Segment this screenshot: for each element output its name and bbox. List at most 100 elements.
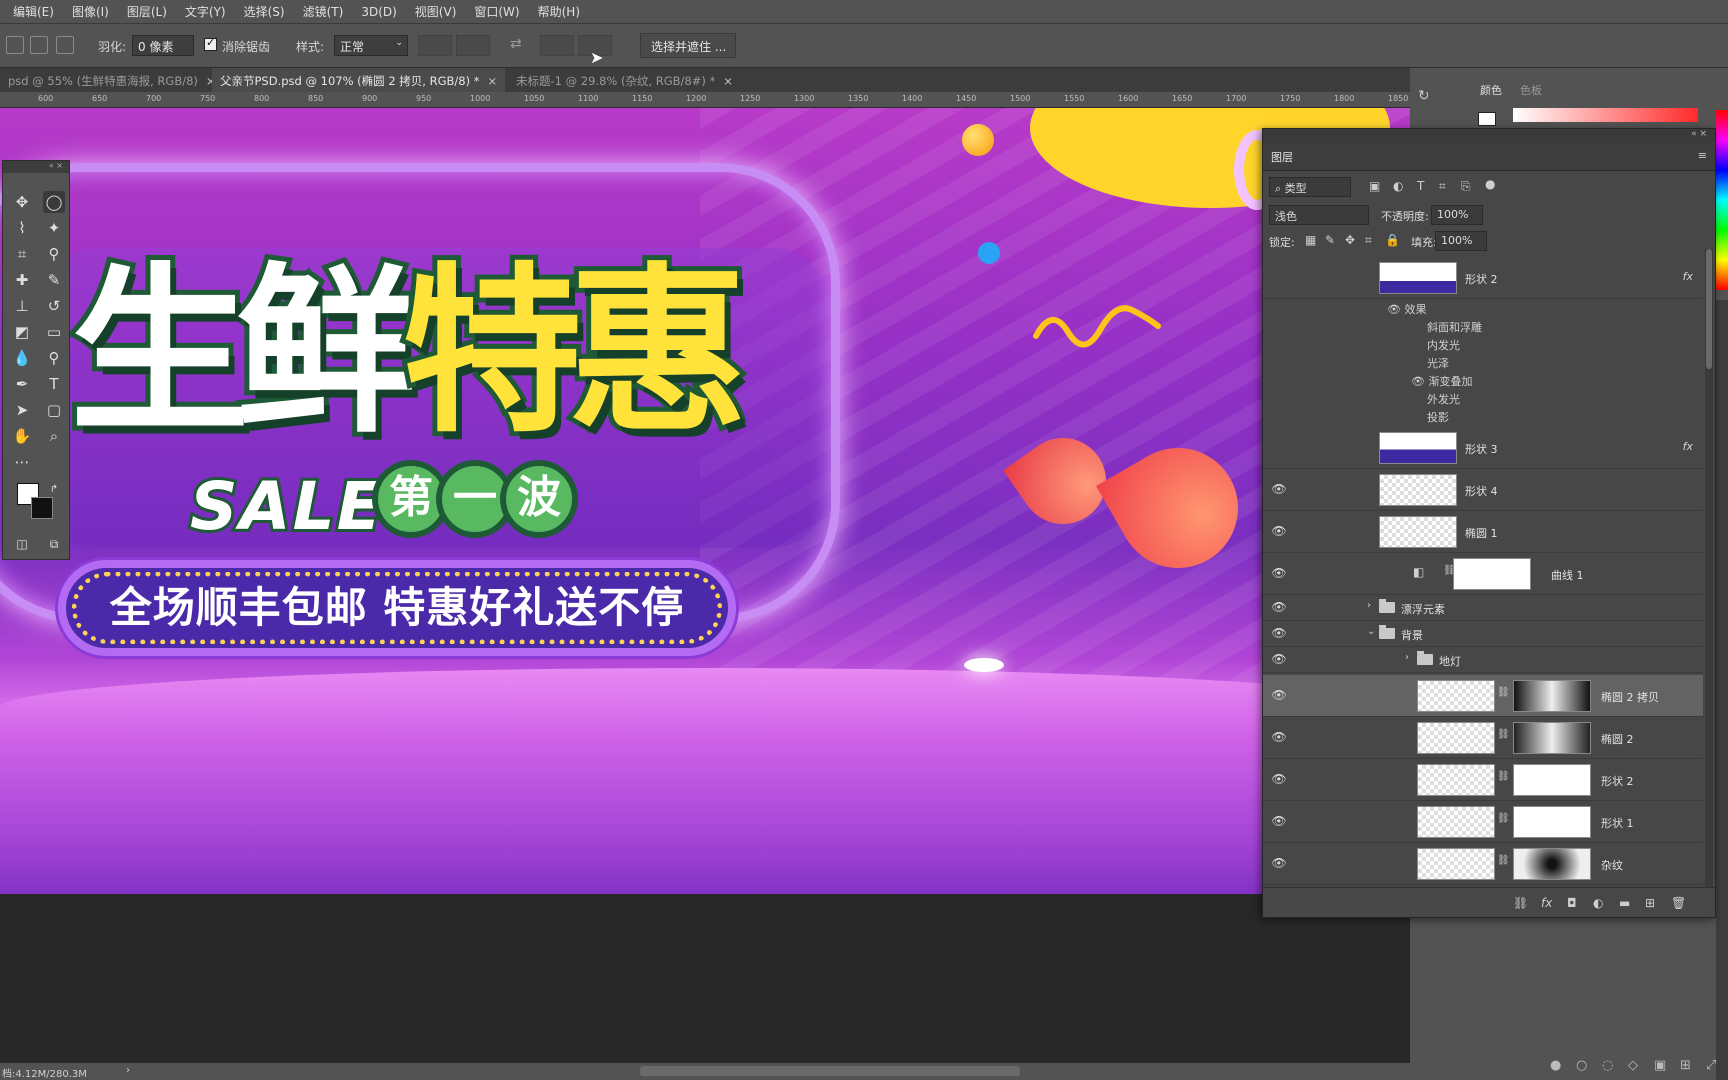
chevron-right-icon[interactable]: › — [1367, 600, 1371, 611]
layers-scrollbar[interactable] — [1705, 249, 1713, 889]
status-menu-icon[interactable]: › — [126, 1065, 130, 1076]
link-icon[interactable]: ⛓ — [1497, 813, 1510, 824]
effect-inner-glow[interactable]: 内发光 — [1427, 337, 1460, 353]
antialias-checkbox[interactable] — [204, 36, 217, 51]
new-icon[interactable]: ⊞ — [1680, 1058, 1691, 1073]
menu-filter[interactable]: 滤镜(T) — [294, 3, 353, 20]
smart-object-filter-icon[interactable]: ⎘ — [1461, 179, 1471, 194]
swap-icon[interactable]: ⇄ — [510, 36, 522, 52]
layer-mask-thumbnail[interactable] — [1513, 764, 1591, 796]
healing-brush-icon[interactable]: ✚ — [11, 269, 33, 291]
style-select[interactable]: 正常 ⌄ — [334, 35, 408, 56]
horizontal-ruler[interactable]: 600 650 700 750 800 850 900 950 1000 1050 1100 1150… — [0, 92, 1410, 108]
subtract-selection-icon[interactable] — [56, 36, 74, 54]
eye-icon[interactable]: 👁 — [1271, 814, 1287, 830]
group-row[interactable]: 👁 ⌄ 背景 — [1263, 621, 1703, 647]
tab-document-1[interactable]: psd @ 55% (生鲜特惠海报, RGB/8) × — [0, 68, 224, 92]
pen-tool-icon[interactable]: ✒ — [11, 373, 33, 395]
path-select-icon[interactable]: ➤ — [11, 399, 33, 421]
lock-transparent-icon[interactable]: ▦ — [1305, 233, 1316, 247]
more-tools-icon[interactable]: ⋯ — [11, 451, 33, 473]
link-icon[interactable]: ⛓ — [1497, 729, 1510, 740]
dodge-tool-icon[interactable]: ⚲ — [43, 347, 65, 369]
color-spectrum[interactable] — [1513, 108, 1698, 122]
eye-icon[interactable]: 👁 — [1271, 856, 1287, 872]
ring-icon[interactable]: ◌ — [1602, 1058, 1613, 1073]
layer-mask-thumbnail[interactable] — [1513, 848, 1591, 880]
opacity-input[interactable]: 100% — [1431, 205, 1483, 225]
width-field[interactable] — [456, 35, 490, 56]
rectangle-tool-icon[interactable]: ▢ — [43, 399, 65, 421]
eye-icon[interactable]: 👁 — [1271, 482, 1287, 498]
width-input[interactable] — [418, 35, 452, 56]
stamp-tool-icon[interactable]: ⊥ — [11, 295, 33, 317]
layer-row[interactable]: 👁 椭圆 1 — [1263, 511, 1703, 553]
diamond-icon[interactable]: ◇ — [1628, 1058, 1638, 1073]
effect-gradient-overlay[interactable]: 👁 渐变叠加 — [1411, 373, 1472, 389]
eye-icon[interactable]: 👁 — [1411, 375, 1428, 388]
link-icon[interactable]: ⛓ — [1497, 855, 1510, 866]
fx-icon[interactable]: fx — [1683, 270, 1693, 283]
link-layers-icon[interactable]: ⛓ — [1513, 896, 1528, 910]
link-icon[interactable]: ⛓ — [1497, 771, 1510, 782]
color-swatch[interactable] — [1478, 112, 1496, 126]
gradient-tool-icon[interactable]: ▭ — [43, 321, 65, 343]
magic-wand-icon[interactable]: ✦ — [43, 217, 65, 239]
type-tool-icon[interactable]: T — [43, 373, 65, 395]
type-filter-icon[interactable]: T — [1417, 179, 1424, 193]
fx-icon[interactable]: fx — [1541, 896, 1552, 910]
blend-mode-select[interactable]: 浅色 — [1269, 205, 1369, 225]
lock-position-icon[interactable]: ✥ — [1345, 233, 1355, 247]
crop-tool-icon[interactable]: ⌗ — [11, 243, 33, 265]
add-mask-icon[interactable]: ◘ — [1567, 896, 1577, 910]
chevron-right-icon[interactable]: › — [1405, 652, 1409, 663]
tab-color[interactable]: 颜色 — [1480, 82, 1502, 98]
eye-icon[interactable]: 👁 — [1271, 652, 1287, 668]
effects-header[interactable]: 👁 效果 — [1387, 301, 1426, 317]
shape-filter-icon[interactable]: ⌗ — [1439, 179, 1446, 194]
new-group-icon[interactable]: ▬ — [1619, 896, 1630, 910]
zoom-tool-icon[interactable]: ⌕ — [43, 425, 65, 447]
hue-slider[interactable] — [1716, 110, 1728, 290]
layer-mask-thumbnail[interactable] — [1513, 722, 1591, 754]
menu-window[interactable]: 窗口(W) — [465, 3, 528, 20]
layer-row[interactable]: 👁 ⛓ 椭圆 2 — [1263, 717, 1703, 759]
new-selection-icon[interactable] — [6, 36, 24, 54]
hand-tool-icon[interactable]: ✋ — [11, 425, 33, 447]
tab-document-2[interactable]: 父亲节PSD.psd @ 107% (椭圆 2 拷贝, RGB/8) * × — [212, 68, 506, 92]
effect-drop-shadow[interactable]: 投影 — [1427, 409, 1449, 425]
document-canvas[interactable]: 生鲜特惠 SALE 第 一 波 全场顺丰包邮 特惠好礼送不停 — [0, 108, 1410, 894]
menu-select[interactable]: 选择(S) — [235, 3, 294, 20]
circle-icon[interactable]: ○ — [1576, 1058, 1587, 1073]
lock-all-icon[interactable]: 🔒 — [1385, 233, 1400, 247]
group-row[interactable]: 👁 › 地灯 — [1263, 647, 1703, 673]
fill-input[interactable]: 100% — [1435, 231, 1487, 251]
effect-satin[interactable]: 光泽 — [1427, 355, 1449, 371]
tab-document-3[interactable]: 未标题-1 @ 29.8% (杂纹, RGB/8#) * × — [508, 68, 741, 92]
lock-artboard-icon[interactable]: ⌗ — [1365, 233, 1372, 248]
effect-outer-glow[interactable]: 外发光 — [1427, 391, 1460, 407]
eraser-tool-icon[interactable]: ◩ — [11, 321, 33, 343]
move-tool-icon[interactable]: ✥ — [11, 191, 33, 213]
eye-icon[interactable]: 👁 — [1271, 772, 1287, 788]
menu-help[interactable]: 帮助(H) — [529, 3, 589, 20]
fx-icon[interactable]: fx — [1683, 440, 1693, 453]
new-layer-icon[interactable]: ⊞ — [1645, 896, 1655, 910]
eye-icon[interactable]: 👁 — [1271, 600, 1287, 616]
group-row[interactable]: 👁 › 漂浮元素 — [1263, 595, 1703, 621]
panel-menu-icon[interactable]: ≡ — [1698, 149, 1707, 162]
layer-row-selected[interactable]: 👁 ⛓ 椭圆 2 拷贝 — [1263, 675, 1703, 717]
expand-icon[interactable]: ⤢ — [1706, 1058, 1716, 1073]
layers-tab[interactable]: 图层 — [1271, 149, 1293, 165]
adjustment-layer-icon[interactable]: ◐ — [1593, 896, 1603, 910]
tab-swatches[interactable]: 色板 — [1520, 82, 1542, 98]
layer-mask-thumbnail[interactable] — [1513, 680, 1591, 712]
history-brush-icon[interactable]: ↺ — [43, 295, 65, 317]
eyedropper-icon[interactable]: ⚲ — [43, 243, 65, 265]
scrollbar-thumb[interactable] — [1706, 249, 1712, 369]
eye-icon[interactable]: 👁 — [1271, 524, 1287, 540]
eye-icon[interactable]: 👁 — [1271, 626, 1287, 642]
layer-row[interactable]: 👁 ⛓ 杂纹 — [1263, 843, 1703, 885]
eye-icon[interactable]: 👁 — [1387, 303, 1404, 316]
filter-toggle-icon[interactable]: ● — [1485, 177, 1495, 191]
